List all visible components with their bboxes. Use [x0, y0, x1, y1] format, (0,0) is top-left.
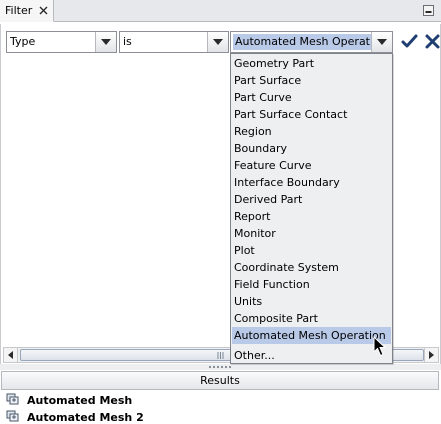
- filter-value-select[interactable]: Automated Mesh Operation: [230, 31, 393, 53]
- chevron-down-icon[interactable]: [207, 32, 228, 52]
- filter-window: Filter Type is Automated Mesh Operation: [0, 0, 441, 424]
- splitter-grip-icon: [209, 366, 231, 368]
- tab-filter-label: Filter: [5, 4, 33, 17]
- checkmark-icon[interactable]: [401, 33, 418, 50]
- dropdown-option[interactable]: Coordinate System: [232, 259, 391, 276]
- value-dropdown-list: Geometry Part Part Surface Part Curve Pa…: [230, 53, 393, 364]
- dropdown-option[interactable]: Part Curve: [232, 89, 391, 106]
- dropdown-option[interactable]: Field Function: [232, 276, 391, 293]
- result-name: Automated Mesh: [27, 393, 133, 407]
- chevron-down-icon[interactable]: [371, 32, 392, 52]
- scroll-right-button[interactable]: [424, 348, 438, 362]
- dropdown-option[interactable]: Geometry Part: [232, 55, 391, 72]
- dropdown-option[interactable]: Plot: [232, 242, 391, 259]
- filter-operator-value: is: [123, 35, 132, 48]
- filter-field-select[interactable]: Type: [6, 31, 117, 53]
- dropdown-option[interactable]: Region: [232, 123, 391, 140]
- dropdown-option[interactable]: Monitor: [232, 225, 391, 242]
- list-item[interactable]: Automated Mesh: [6, 392, 132, 408]
- result-name: Automated Mesh 2: [27, 410, 144, 424]
- chevron-down-icon[interactable]: [95, 32, 116, 52]
- mesh-operation-icon: [6, 393, 19, 405]
- pane-splitter[interactable]: [0, 364, 441, 370]
- dropdown-option[interactable]: Part Surface: [232, 72, 391, 89]
- x-icon[interactable]: [424, 33, 441, 50]
- mouse-pointer-icon: [373, 336, 386, 357]
- tab-bar: Filter: [0, 0, 441, 22]
- dropdown-option[interactable]: Units: [232, 293, 391, 310]
- dropdown-option[interactable]: Boundary: [232, 140, 391, 157]
- scroll-left-button[interactable]: [4, 348, 18, 362]
- mesh-operation-icon: [6, 410, 19, 422]
- results-header: Results: [1, 371, 439, 390]
- filter-field-value: Type: [10, 35, 36, 48]
- filter-value-text: Automated Mesh Operation: [233, 34, 389, 50]
- dropdown-option-other[interactable]: Other...: [232, 347, 391, 364]
- dropdown-option[interactable]: Derived Part: [232, 191, 391, 208]
- dropdown-option[interactable]: Part Surface Contact: [232, 106, 391, 123]
- minimize-icon[interactable]: [423, 5, 434, 16]
- dropdown-option[interactable]: Report: [232, 208, 391, 225]
- grip-icon: [217, 352, 224, 359]
- tab-filter[interactable]: Filter: [0, 0, 54, 22]
- list-item[interactable]: Automated Mesh 2: [6, 409, 144, 424]
- dropdown-option[interactable]: Feature Curve: [232, 157, 391, 174]
- dropdown-option-selected[interactable]: Automated Mesh Operation: [232, 327, 391, 344]
- filter-operator-select[interactable]: is: [119, 31, 229, 53]
- dropdown-option[interactable]: Composite Part: [232, 310, 391, 327]
- dropdown-option[interactable]: Interface Boundary: [232, 174, 391, 191]
- close-icon[interactable]: [38, 5, 49, 16]
